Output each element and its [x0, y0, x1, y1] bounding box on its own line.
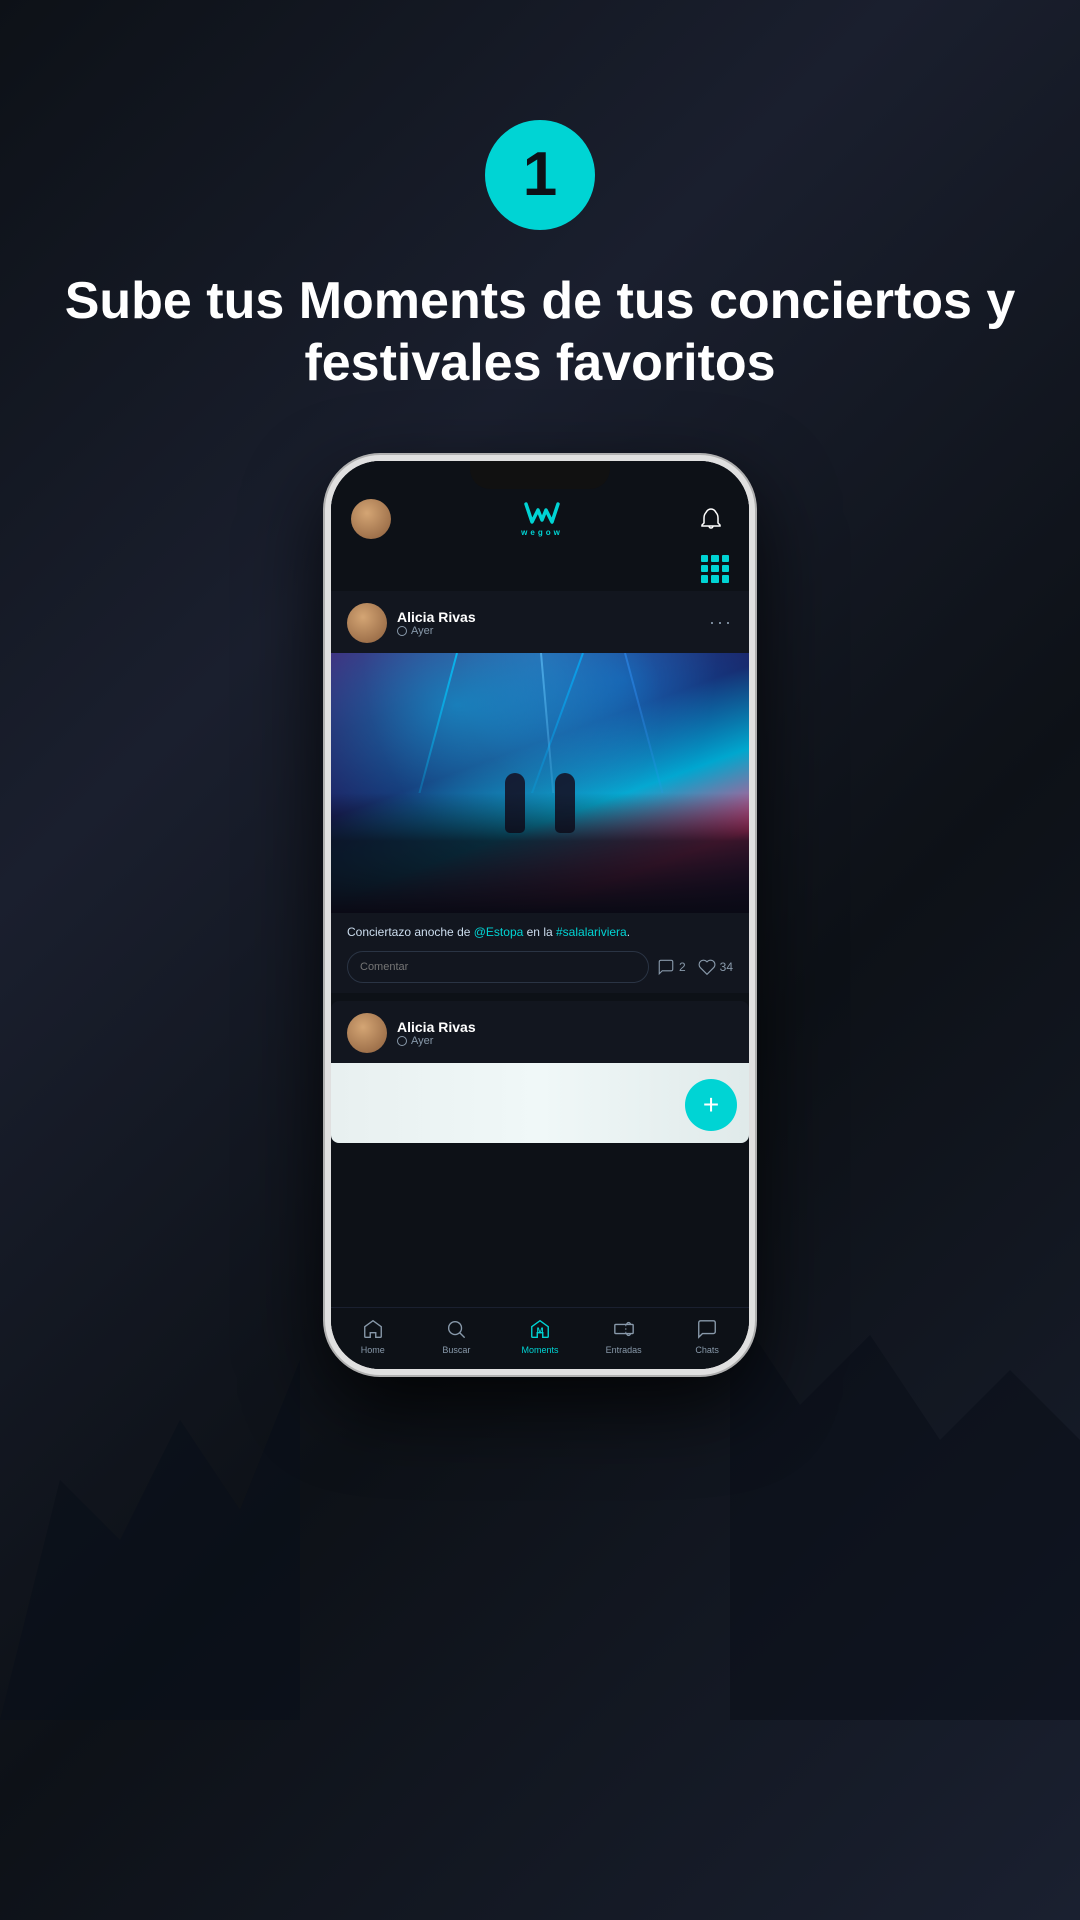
- post-user-details-1: Alicia Rivas Ayer: [397, 609, 476, 637]
- laser-1: [405, 653, 459, 793]
- post-header-1: Alicia Rivas Ayer ···: [331, 591, 749, 653]
- post-header-2: Alicia Rivas Ayer: [331, 1001, 749, 1063]
- post-more-button-1[interactable]: ···: [709, 612, 733, 633]
- concert-crowd-overlay: [331, 793, 749, 913]
- time-icon-2: [397, 1036, 407, 1046]
- ticket-icon: [611, 1316, 637, 1342]
- app-logo: wegow: [521, 500, 563, 537]
- post-caption-1: Conciertazo anoche de @Estopa en la #sal…: [347, 923, 733, 941]
- chat-icon: [694, 1316, 720, 1342]
- grid-icon-row: [331, 551, 749, 591]
- post-avatar-1[interactable]: [347, 603, 387, 643]
- feed-content: Alicia Rivas Ayer ···: [331, 591, 749, 1307]
- nav-item-home[interactable]: Home: [331, 1316, 415, 1355]
- phone-screen: wegow: [331, 461, 749, 1369]
- phone-container: wegow: [0, 455, 1080, 1375]
- concert-image: [331, 653, 749, 913]
- nav-item-entradas[interactable]: Entradas: [582, 1316, 666, 1355]
- post-username-2: Alicia Rivas: [397, 1019, 476, 1035]
- step-circle: 1: [485, 120, 595, 230]
- time-icon-1: [397, 626, 407, 636]
- avatar-face: [351, 499, 391, 539]
- heart-icon-1: [698, 958, 716, 976]
- moments-icon: M: [527, 1316, 553, 1342]
- nav-label-chats: Chats: [695, 1345, 719, 1355]
- home-icon: [360, 1316, 386, 1342]
- post-user-details-2: Alicia Rivas Ayer: [397, 1019, 476, 1047]
- bell-icon[interactable]: [693, 501, 729, 537]
- header-avatar[interactable]: [351, 499, 391, 539]
- nav-label-home: Home: [361, 1345, 385, 1355]
- svg-text:M: M: [537, 1326, 544, 1335]
- nav-label-entradas: Entradas: [606, 1345, 642, 1355]
- laser-3: [513, 653, 583, 793]
- post-card-1: Alicia Rivas Ayer ···: [331, 591, 749, 993]
- comment-count-1: 2: [679, 960, 686, 974]
- comment-input-1[interactable]: [347, 951, 649, 983]
- grid-view-icon[interactable]: [701, 555, 729, 583]
- post-actions-1: 2 34: [347, 951, 733, 983]
- action-buttons-1: 2 34: [657, 958, 733, 976]
- phone-mockup: wegow: [325, 455, 755, 1375]
- like-count-1: 34: [720, 960, 733, 974]
- post-card-2: Alicia Rivas Ayer +: [331, 1001, 749, 1143]
- wegow-icon: [524, 500, 560, 528]
- app-logo-text: wegow: [521, 528, 563, 537]
- bottom-nav: Home Buscar: [331, 1307, 749, 1369]
- post-user-info-2: Alicia Rivas Ayer: [347, 1013, 476, 1053]
- comment-button-1[interactable]: 2: [657, 958, 686, 976]
- laser-lines: [331, 653, 749, 793]
- post-user-info-1: Alicia Rivas Ayer: [347, 603, 476, 643]
- step-title: Sube tus Moments de tus conciertos y fes…: [0, 270, 1080, 395]
- like-button-1[interactable]: 34: [698, 958, 733, 976]
- post-footer-1: Conciertazo anoche de @Estopa en la #sal…: [331, 913, 749, 993]
- step-section: 1 Sube tus Moments de tus conciertos y f…: [0, 0, 1080, 455]
- laser-4: [624, 653, 678, 793]
- post-avatar-2[interactable]: [347, 1013, 387, 1053]
- post-time-2: Ayer: [397, 1035, 476, 1047]
- post-username-1: Alicia Rivas: [397, 609, 476, 625]
- nav-item-buscar[interactable]: Buscar: [415, 1316, 499, 1355]
- search-icon: [443, 1316, 469, 1342]
- nav-item-moments[interactable]: M Moments: [498, 1316, 582, 1355]
- phone-notch: [470, 461, 610, 489]
- step-number: 1: [523, 144, 557, 206]
- nav-item-chats[interactable]: Chats: [665, 1316, 749, 1355]
- nav-label-buscar: Buscar: [442, 1345, 470, 1355]
- add-moment-button[interactable]: +: [685, 1079, 737, 1131]
- nav-label-moments: Moments: [521, 1345, 558, 1355]
- post-time-1: Ayer: [397, 625, 476, 637]
- comment-icon-1: [657, 958, 675, 976]
